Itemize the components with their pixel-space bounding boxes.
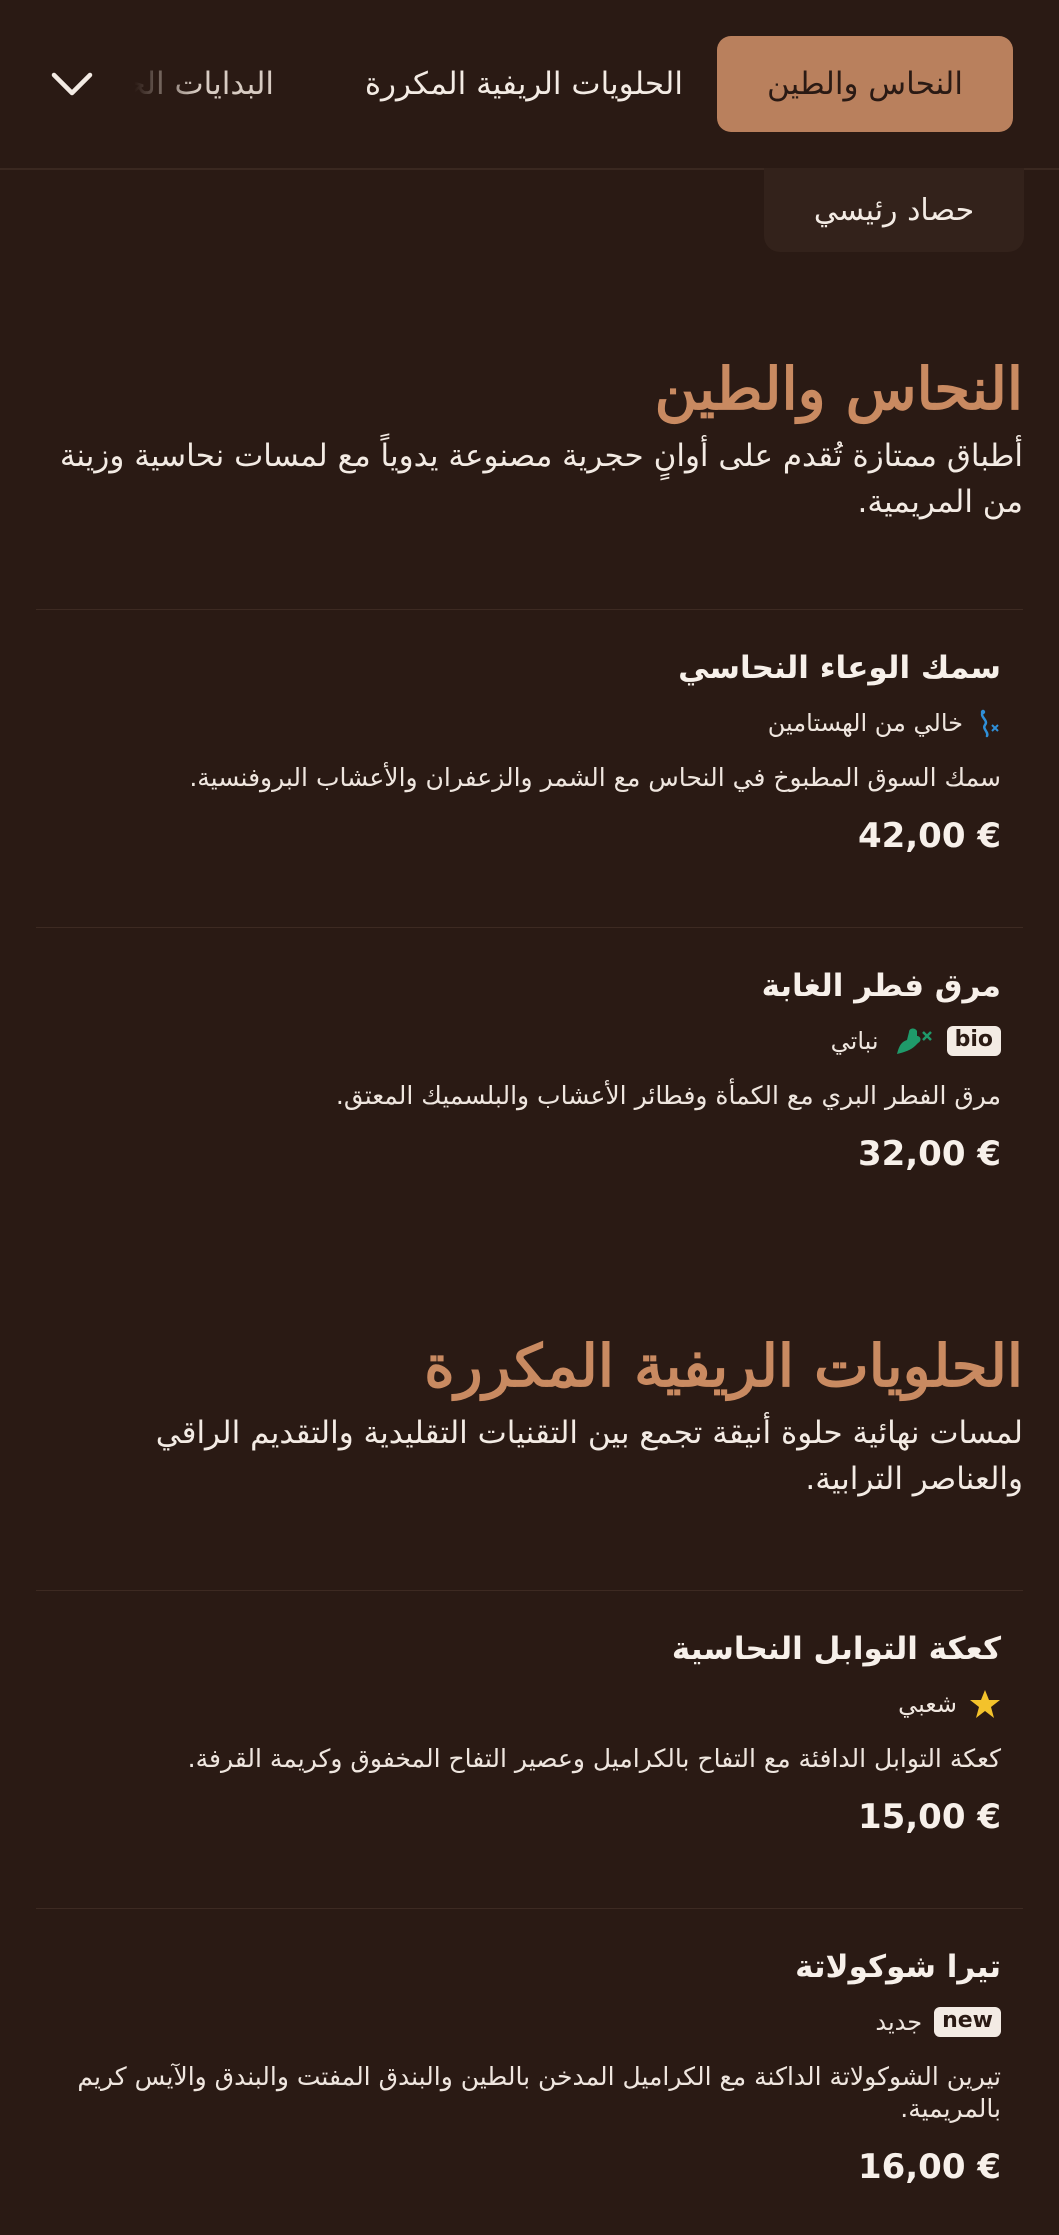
section-title: الحلويات الريفية المكررة (424, 1332, 1023, 1400)
item-description: مرق الفطر البري مع الكمأة وفطائر الأعشاب… (335, 1081, 1001, 1110)
subcategory-chip[interactable]: حصاد رئيسي (764, 168, 1024, 252)
tab-label: الحلويات الريفية المكررة (364, 66, 683, 102)
item-price: 16,00 € (857, 2147, 1001, 2187)
vegan-icon (896, 1028, 932, 1054)
item-name: مرق فطر الغابة (761, 968, 1001, 1004)
item-tags: خالي من الهستامين (58, 706, 1001, 740)
item-name: تيرا شوكولاتة (795, 1949, 1001, 1985)
menu-item[interactable]: سمك الوعاء النحاسي خالي من الهستامين سمك… (58, 648, 1001, 858)
new-badge: new (934, 2007, 1001, 2037)
tag-label: شعبي (898, 1690, 957, 1718)
item-tags: new جديد (58, 2005, 1001, 2039)
menu-item[interactable]: مرق فطر الغابة bio نباتي مرق الفطر البري… (58, 966, 1001, 1176)
chevron-down-icon (51, 72, 93, 96)
section-description: أطباق ممتازة تُقدم على أوانٍ حجرية مصنوع… (59, 437, 1023, 520)
divider (36, 1908, 1023, 1909)
section-refined-rustic-desserts: الحلويات الريفية المكررة لمسات نهائية حل… (36, 1332, 1023, 1502)
bio-badge: bio (946, 1026, 1001, 1056)
tab-refined-rustic-desserts[interactable]: الحلويات الريفية المكررة (365, 36, 683, 132)
item-price: 42,00 € (857, 816, 1001, 856)
item-description: كعكة التوابل الدافئة مع التفاح بالكراميل… (187, 1744, 1001, 1773)
item-tags: شعبي (58, 1687, 1001, 1721)
divider (36, 609, 1023, 610)
histamine-free-icon (980, 709, 999, 738)
item-tags: bio نباتي (58, 1024, 1001, 1058)
menu-item[interactable]: كعكة التوابل النحاسية شعبي كعكة التوابل … (58, 1629, 1001, 1839)
tab-copper-and-clay[interactable]: النحاس والطين (717, 36, 1013, 132)
item-name: سمك الوعاء النحاسي (678, 650, 1001, 686)
item-price: 15,00 € (857, 1797, 1001, 1837)
section-title: النحاس والطين (654, 355, 1023, 423)
section-copper-and-clay: النحاس والطين أطباق ممتازة تُقدم على أوا… (36, 355, 1023, 525)
tab-artisan-starters[interactable]: البدايات الحرفية (134, 36, 274, 132)
item-description: سمك السوق المطبوخ في النحاس مع الشمر وال… (189, 763, 1001, 792)
star-icon (970, 1690, 1000, 1718)
item-price: 32,00 € (857, 1134, 1001, 1174)
menu-item[interactable]: تيرا شوكولاتة new جديد تيرين الشوكولاتة … (58, 1947, 1001, 2189)
tab-label: النحاس والطين (767, 66, 963, 102)
more-categories-button[interactable] (44, 58, 100, 110)
section-description: لمسات نهائية حلوة أنيقة تجمع بين التقنيا… (155, 1414, 1023, 1497)
item-name: كعكة التوابل النحاسية (671, 1631, 1001, 1667)
tag-label: جديد (875, 2008, 923, 2036)
category-nav-bar: النحاس والطين الحلويات الريفية المكررة ا… (0, 0, 1059, 170)
tab-label: البدايات الحرفية (134, 66, 274, 102)
tag-label: خالي من الهستامين (767, 709, 963, 737)
item-description: تيرين الشوكولاتة الداكنة مع الكراميل الم… (77, 2062, 1001, 2123)
tag-label: نباتي (830, 1027, 879, 1055)
divider (36, 1590, 1023, 1591)
subcategory-label: حصاد رئيسي (813, 192, 975, 228)
divider (36, 927, 1023, 928)
